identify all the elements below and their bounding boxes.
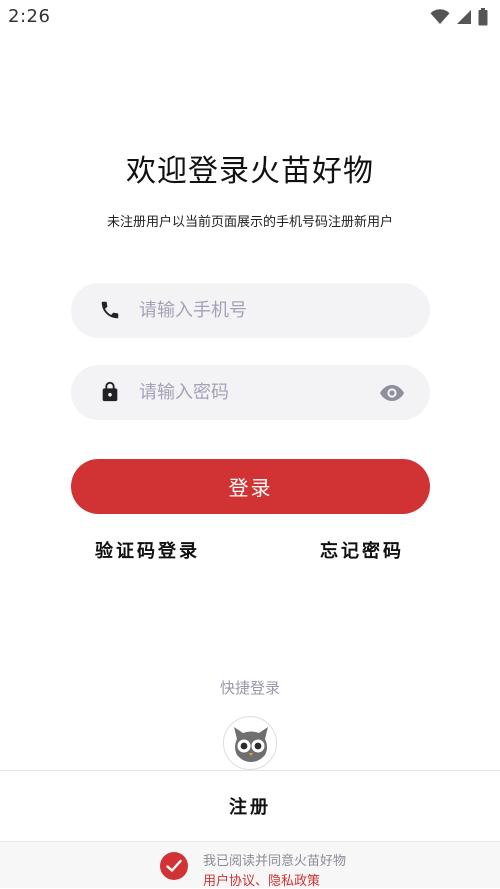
signal-icon xyxy=(456,9,472,25)
forgot-password-link[interactable]: 忘记密码 xyxy=(320,537,404,563)
lock-icon xyxy=(99,381,121,403)
user-agreement-link[interactable]: 用户协议 xyxy=(203,874,255,889)
password-input[interactable] xyxy=(139,365,379,420)
phone-icon xyxy=(99,299,121,321)
register-button[interactable]: 注册 xyxy=(0,771,500,841)
agreement-text: 我已阅读并同意火苗好物 xyxy=(203,854,347,869)
status-bar: 2:26 xyxy=(0,0,500,34)
quick-login-label: 快捷登录 xyxy=(219,679,280,697)
quick-login-button[interactable] xyxy=(223,716,277,770)
battery-icon xyxy=(478,8,488,26)
page-subtitle: 未注册用户以当前页面展示的手机号码注册新用户 xyxy=(106,215,393,230)
privacy-policy-link[interactable]: 隐私政策 xyxy=(268,874,320,889)
agreement-bar: 我已阅读并同意火苗好物 用户协议、隐私政策 xyxy=(0,842,500,889)
code-login-link[interactable]: 验证码登录 xyxy=(95,537,200,563)
page-title: 欢迎登录火苗好物 xyxy=(126,154,374,190)
phone-input[interactable] xyxy=(139,283,379,338)
eye-icon[interactable] xyxy=(379,384,405,402)
wifi-icon xyxy=(430,9,450,25)
status-icons xyxy=(430,8,488,26)
check-icon xyxy=(166,859,182,872)
agreement-links: 用户协议、隐私政策 xyxy=(203,870,320,889)
agreement-separator: 、 xyxy=(255,874,269,889)
status-time: 2:26 xyxy=(8,6,51,27)
agree-checkbox[interactable] xyxy=(160,852,188,880)
phone-field[interactable] xyxy=(71,283,430,338)
login-button[interactable]: 登录 xyxy=(71,459,430,514)
password-field[interactable] xyxy=(71,365,430,420)
